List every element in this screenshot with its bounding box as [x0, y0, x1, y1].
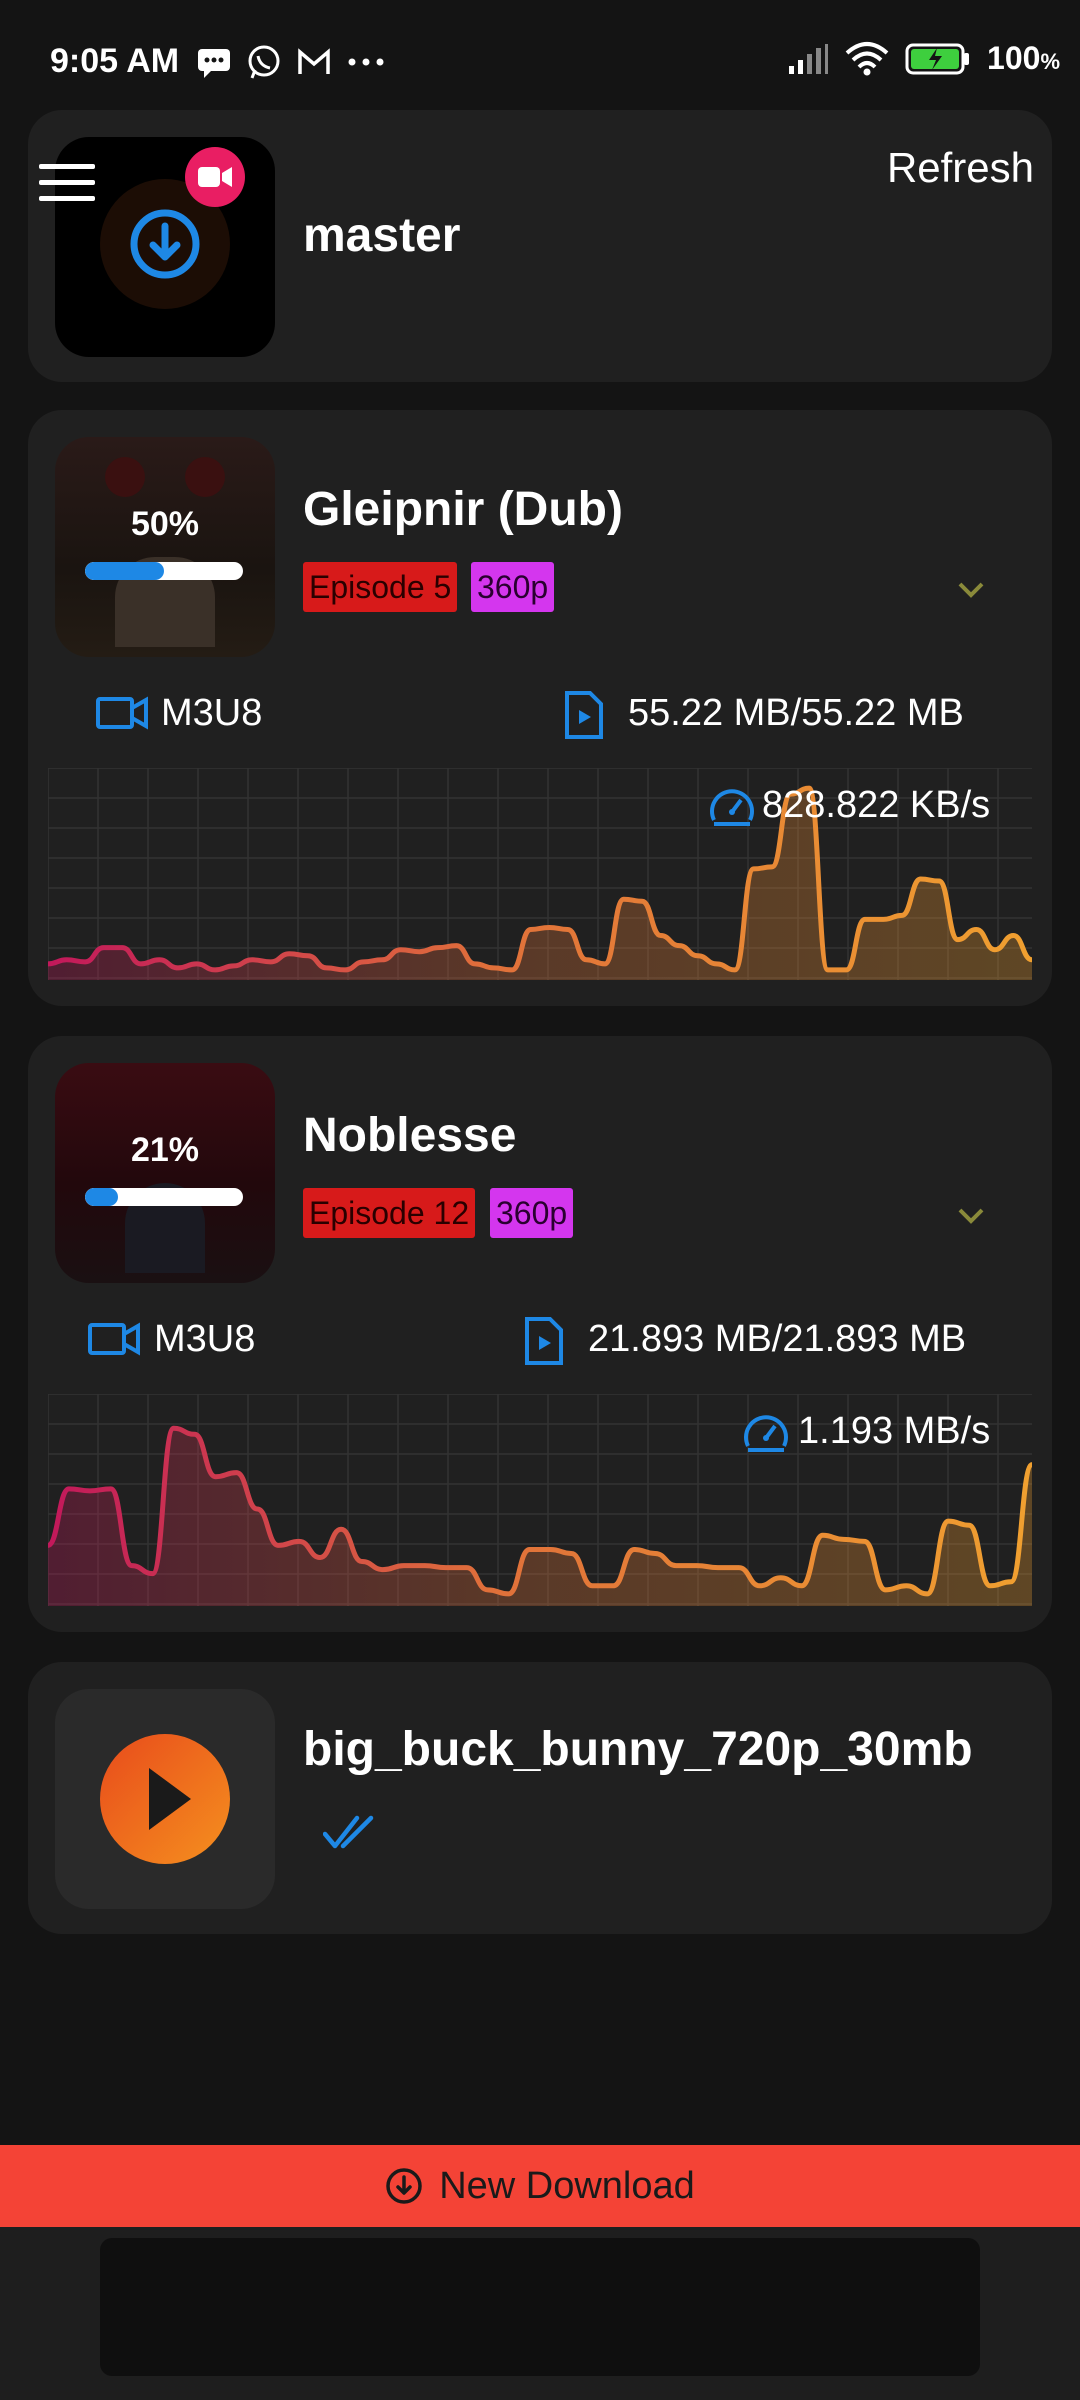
battery-icon — [905, 43, 970, 74]
battery-level: 100% — [987, 40, 1060, 77]
download-item[interactable]: 21% Noblesse Episode 12 360p M3U8 21.893… — [28, 1036, 1052, 1632]
speed-area — [48, 1428, 1032, 1606]
notification-icons — [196, 44, 386, 80]
record-badge[interactable] — [185, 147, 245, 207]
speed-label: 828.822 KB/s — [762, 784, 991, 826]
battery-value: 100 — [987, 40, 1041, 76]
download-item[interactable]: big_buck_bunny_720p_30mb — [28, 1662, 1052, 1934]
quality-badge: 360p — [490, 1188, 574, 1238]
download-title: Gleipnir (Dub) — [303, 483, 623, 536]
video-camera-icon — [198, 167, 232, 187]
play-icon — [149, 1768, 191, 1830]
progress-fill — [85, 562, 164, 580]
video-icon — [96, 696, 148, 730]
speed-label: 1.193 MB/s — [798, 1410, 991, 1452]
menu-icon[interactable] — [39, 162, 95, 202]
chevron-down-icon[interactable] — [956, 1206, 986, 1226]
format-label: M3U8 — [161, 692, 263, 734]
video-icon — [88, 1322, 140, 1356]
download-circle-icon — [130, 209, 200, 279]
thumbnail: 50% — [55, 437, 275, 657]
progress-fill — [85, 1188, 119, 1206]
progress-percent: 21% — [130, 1131, 200, 1169]
file-icon — [525, 1317, 563, 1365]
thumbnail: 21% — [55, 1063, 275, 1283]
page-title: master — [303, 209, 461, 262]
size-label: 21.893 MB/21.893 MB — [588, 1318, 967, 1360]
system-icons: 100% — [787, 40, 1060, 77]
header-card: master Refresh — [28, 110, 1052, 382]
quality-badge: 360p — [471, 562, 555, 612]
thumbnail — [55, 1689, 275, 1909]
speedometer-icon — [744, 1415, 788, 1452]
mail-icon — [298, 48, 330, 74]
progress-percent: 50% — [130, 505, 200, 543]
wifi-icon — [845, 41, 889, 75]
episode-badge: Episode 5 — [303, 562, 458, 612]
file-icon — [565, 691, 603, 739]
download-circle-icon — [386, 2168, 422, 2204]
double-check-icon — [323, 1815, 374, 1849]
battery-percent-sign: % — [1040, 49, 1060, 74]
new-download-button[interactable]: New Download — [0, 2145, 1080, 2227]
episode-badge: Episode 12 — [303, 1188, 476, 1238]
size-label: 55.22 MB/55.22 MB — [628, 692, 964, 734]
more-icon — [348, 58, 384, 66]
chevron-down-icon[interactable] — [956, 580, 986, 600]
new-download-label: New Download — [439, 2164, 695, 2207]
whatsapp-icon — [248, 45, 280, 79]
status-time: 9:05 AM — [50, 42, 180, 80]
format-label: M3U8 — [154, 1318, 256, 1360]
download-title: Noblesse — [303, 1109, 517, 1162]
download-item[interactable]: 50% Gleipnir (Dub) Episode 5 360p M3U8 5… — [28, 410, 1052, 1006]
progress-bar — [85, 1188, 243, 1206]
message-icon — [198, 49, 230, 78]
refresh-button[interactable]: Refresh — [887, 144, 1034, 192]
status-bar: 9:05 AM 100% — [0, 0, 1080, 110]
ad-banner — [100, 2238, 980, 2376]
signal-icon — [789, 43, 829, 74]
speedometer-icon — [710, 789, 754, 826]
progress-bar — [85, 562, 243, 580]
download-title: big_buck_bunny_720p_30mb — [303, 1723, 973, 1776]
